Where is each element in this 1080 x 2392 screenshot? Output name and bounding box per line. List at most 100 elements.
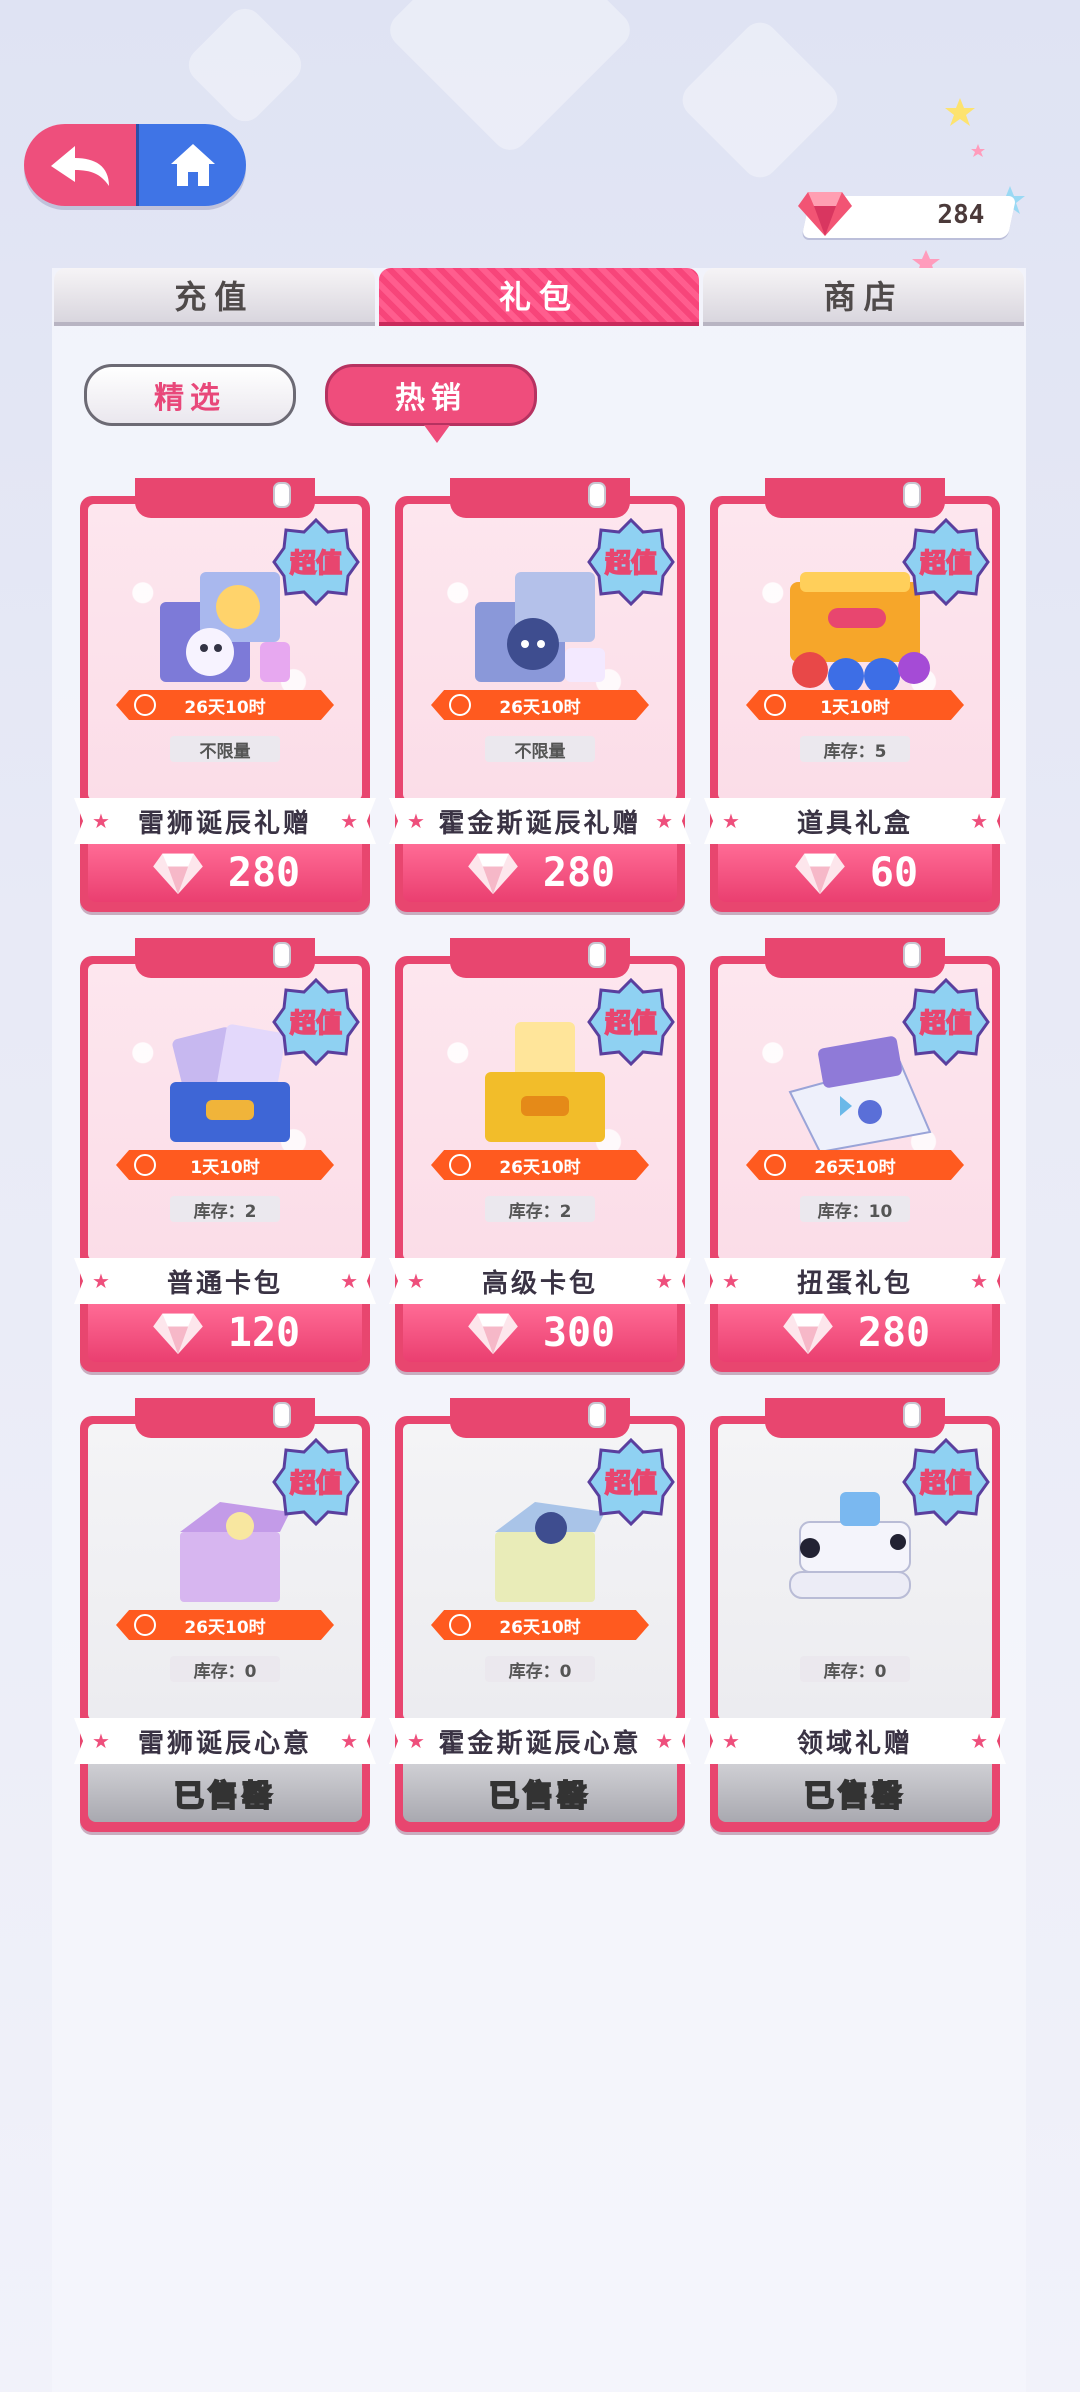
gift-card[interactable]: 1天10时 库存：2 ★ 普通卡包 ★ 120 超值 [74, 938, 376, 1372]
clock-icon [764, 694, 786, 716]
sold-out-text: 已售罄 [488, 1778, 591, 1815]
item-timer: 26天10时 [499, 1617, 581, 1638]
value-badge-label: 超值 [920, 549, 972, 579]
bg-decoration [382, 0, 638, 158]
star-icon: ★ [340, 1729, 358, 1753]
clock-icon [449, 1154, 471, 1176]
value-badge-icon: 超值 [902, 1438, 990, 1526]
star-icon: ★ [407, 809, 425, 833]
gem-icon [783, 1313, 833, 1355]
clock-icon [134, 1154, 156, 1176]
item-name: 雷狮诞辰心意 [137, 1728, 312, 1759]
gift-card[interactable]: 1天10时 库存：5 ★ 道具礼盒 ★ 60 超值 [704, 478, 1006, 912]
value-badge-label: 超值 [920, 1469, 972, 1499]
item-name: 霍金斯诞辰礼赠 [438, 808, 642, 839]
gift-card[interactable]: 26天10时 不限量 ★ 霍金斯诞辰礼赠 ★ 280 超值 [389, 478, 691, 912]
star-icon: ★ [970, 1269, 988, 1293]
tab-gift-pack[interactable]: 礼包 [378, 268, 700, 326]
bg-decoration [675, 15, 845, 185]
back-arrow-icon [51, 146, 109, 186]
buy-button[interactable]: 280 [88, 844, 362, 902]
buy-button[interactable]: 280 [718, 1304, 992, 1362]
item-price: 120 [227, 1310, 301, 1356]
gem-balance-value: 284 [937, 200, 985, 230]
value-badge-label: 超值 [290, 1469, 342, 1499]
star-icon: ★ [722, 1729, 740, 1753]
item-price: 280 [227, 850, 301, 896]
sparkle-decoration-icon [912, 98, 1025, 275]
star-icon: ★ [655, 809, 673, 833]
nav-button-group [24, 124, 246, 206]
star-icon: ★ [970, 809, 988, 833]
item-name: 扭蛋礼包 [796, 1268, 913, 1299]
back-button[interactable] [24, 124, 136, 206]
tab-store[interactable]: 商店 [703, 268, 1025, 326]
star-icon: ★ [722, 809, 740, 833]
value-badge-icon: 超值 [587, 518, 675, 606]
star-icon: ★ [92, 1729, 110, 1753]
item-name: 霍金斯诞辰心意 [438, 1728, 642, 1759]
value-badge-icon: 超值 [272, 518, 360, 606]
buy-button[interactable]: 300 [403, 1304, 677, 1362]
item-stock: 库存：0 [485, 1656, 595, 1682]
bg-decoration [181, 1, 309, 129]
gift-card-sold-out[interactable]: 26天10时 库存：0 ★ 雷狮诞辰心意 ★ 已售罄 超值 [74, 1398, 376, 1832]
item-stock: 库存：2 [170, 1196, 280, 1222]
star-icon: ★ [655, 1729, 673, 1753]
buy-button[interactable]: 280 [403, 844, 677, 902]
value-badge-icon: 超值 [587, 978, 675, 1066]
item-stock: 库存：10 [800, 1196, 910, 1222]
item-timer: 1天10时 [190, 1157, 260, 1178]
star-icon: ★ [970, 1729, 988, 1753]
buy-button[interactable]: 60 [718, 844, 992, 902]
item-name: 领域礼赠 [796, 1728, 913, 1759]
buy-button[interactable]: 120 [88, 1304, 362, 1362]
item-name: 道具礼盒 [796, 808, 913, 839]
tab-recharge[interactable]: 充值 [54, 268, 375, 326]
gift-card-sold-out[interactable]: 26天10时 库存：0 ★ 霍金斯诞辰心意 ★ 已售罄 超值 [389, 1398, 691, 1832]
gift-card[interactable]: 26天10时 库存：10 ★ 扭蛋礼包 ★ 280 超值 [704, 938, 1006, 1372]
gift-card-sold-out[interactable]: 库存：0 ★ 领域礼赠 ★ 已售罄 超值 [704, 1398, 1006, 1832]
sold-out-text: 已售罄 [173, 1778, 276, 1815]
clock-icon [134, 694, 156, 716]
item-stock: 库存：5 [800, 736, 910, 762]
item-price: 300 [542, 1310, 616, 1356]
sold-out-label: 已售罄 [88, 1764, 362, 1822]
value-badge-icon: 超值 [272, 978, 360, 1066]
item-name: 雷狮诞辰礼赠 [137, 808, 312, 839]
home-icon [170, 144, 215, 186]
item-stock: 不限量 [170, 736, 280, 762]
sold-out-label: 已售罄 [403, 1764, 677, 1822]
star-icon: ★ [407, 1729, 425, 1753]
filter-hot-sale[interactable]: 热销 [325, 364, 537, 443]
gem-icon [795, 853, 845, 895]
value-badge-label: 超值 [605, 1009, 657, 1039]
filter-featured[interactable]: 精选 [84, 364, 296, 426]
value-badge-icon: 超值 [587, 1438, 675, 1526]
gift-card[interactable]: 26天10时 不限量 ★ 雷狮诞辰礼赠 ★ 280 超值 [74, 478, 376, 912]
star-icon: ★ [655, 1269, 673, 1293]
home-button[interactable] [136, 124, 246, 206]
item-timer: 26天10时 [499, 697, 581, 718]
gem-icon [468, 853, 518, 895]
item-name: 普通卡包 [166, 1268, 283, 1299]
item-name: 高级卡包 [481, 1268, 598, 1299]
item-timer: 26天10时 [184, 697, 266, 718]
clock-icon [134, 1614, 156, 1636]
value-badge-label: 超值 [290, 549, 342, 579]
sold-out-label: 已售罄 [718, 1764, 992, 1822]
item-timer: 1天10时 [820, 697, 890, 718]
item-timer: 26天10时 [814, 1157, 896, 1178]
value-badge-label: 超值 [920, 1009, 972, 1039]
item-stock: 库存：0 [800, 1656, 910, 1682]
value-badge-label: 超值 [605, 549, 657, 579]
item-price: 280 [857, 1310, 931, 1356]
shop-tabs: 充值 礼包 商店 [52, 268, 1026, 326]
clock-icon [449, 1614, 471, 1636]
item-price: 60 [869, 850, 919, 896]
value-badge-icon: 超值 [272, 1438, 360, 1526]
gift-card[interactable]: 26天10时 库存：2 ★ 高级卡包 ★ 300 超值 [389, 938, 691, 1372]
star-icon: ★ [340, 1269, 358, 1293]
item-stock: 不限量 [485, 736, 595, 762]
value-badge-label: 超值 [605, 1469, 657, 1499]
